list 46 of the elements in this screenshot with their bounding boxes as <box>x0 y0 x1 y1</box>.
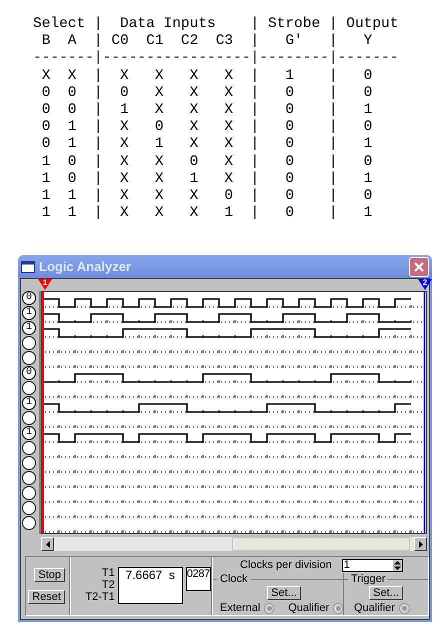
table-row-text: 0 1 | X 1 X X | 0 | 1 <box>40 136 372 154</box>
table-row-text: 1 1 | X X X 0 | 0 | 0 <box>40 188 372 206</box>
sample-counter: 0287 <box>186 567 211 591</box>
table-header: Select | Data Inputs | Strobe | Output <box>33 16 398 34</box>
cursor-marker[interactable]: 2 <box>418 279 432 290</box>
channel-indicator: 1 <box>22 426 36 440</box>
table-row-text: 1 0 | X X 1 X | 0 | 1 <box>40 170 372 188</box>
channel-indicator: 1 <box>22 321 36 335</box>
table-row-text: 1 1 | X X X 1 | 0 | 1 <box>40 205 372 222</box>
table-row-text: 0 1 | X 0 X X | 0 | 0 <box>40 119 372 136</box>
table-row-text: 0 0 | 1 X X X | 0 | 1 <box>40 102 372 120</box>
window-icon <box>21 260 35 272</box>
time-label: T2 <box>102 579 115 591</box>
stop-button[interactable]: Stop <box>34 568 65 582</box>
spinner-arrows-icon[interactable] <box>392 560 402 570</box>
time-readout: 7.6667 s <box>118 567 183 604</box>
right-arrow-icon <box>418 540 422 548</box>
table-rule: -------|-----------------|--------|------- <box>33 50 398 68</box>
scroll-thumb[interactable] <box>232 537 410 551</box>
clocks-per-division-label: Clocks per division <box>240 559 332 571</box>
close-icon <box>413 260 425 272</box>
channel-indicator: 0 <box>22 291 36 305</box>
time-label: T1 <box>102 567 115 579</box>
cursor-marker[interactable]: 1 <box>38 279 52 290</box>
left-arrow-icon <box>46 540 50 548</box>
reset-button[interactable]: Reset <box>28 590 65 604</box>
clocks-spinbox[interactable]: 1 <box>342 558 403 572</box>
option-label: External <box>220 602 260 614</box>
channel-indicator: 0 <box>22 366 36 380</box>
time-label: T2-T1 <box>85 591 115 603</box>
channel-indicator: 1 <box>22 306 36 320</box>
table-row-text: 0 0 | 0 X X X | 0 | 0 <box>40 84 372 102</box>
channel-indicator: 1 <box>22 396 36 410</box>
option-label: Qualifier <box>354 602 395 614</box>
window-title: Logic Analyzer <box>39 258 131 276</box>
option-label: Qualifier <box>288 602 330 614</box>
table-row-text: 1 0 | X X 0 X | 0 | 0 <box>40 154 372 171</box>
scroll-left-button[interactable] <box>41 537 54 551</box>
table-row-text: X X | X X X X | 1 | 0 <box>40 68 372 85</box>
group-title: Trigger <box>351 573 386 585</box>
table-header: B A | C0 C1 C2 C3 | G' | Y <box>40 33 372 50</box>
set-button[interactable]: Set... <box>267 586 301 600</box>
set-button[interactable]: Set... <box>369 586 403 600</box>
group-title: Clock <box>220 573 248 585</box>
close-button[interactable] <box>409 256 429 276</box>
scroll-right-button[interactable] <box>414 537 427 551</box>
